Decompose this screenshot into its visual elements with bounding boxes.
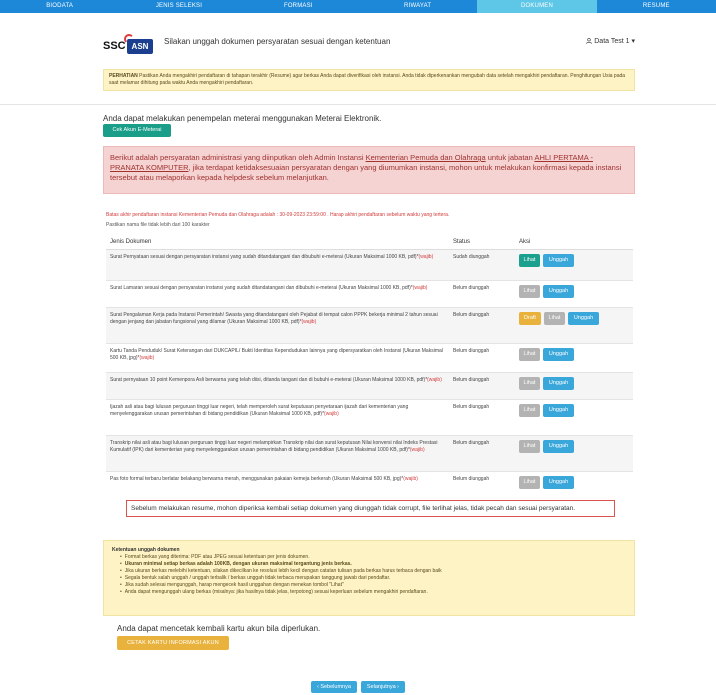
table-row: Ijazah asli atau bagi lulusan perguruan … <box>106 398 633 435</box>
tab-dokumen[interactable]: DOKUMEN <box>477 0 597 13</box>
unggah-button[interactable]: Unggah <box>543 439 574 453</box>
doc-status: Belum diunggah <box>449 342 515 372</box>
notice-label: PERHATIAN <box>109 73 138 79</box>
lihat-button[interactable]: Lihat <box>519 253 540 267</box>
doc-status: Belum diunggah <box>449 371 515 399</box>
doc-name: Kartu Tanda Penduduk/ Surat Keterangan d… <box>106 342 449 372</box>
doc-actions: Lihat Unggah <box>515 470 633 499</box>
info-text-1: Berikut adalah persyaratan administrasi … <box>110 153 366 162</box>
info-text-2: untuk jabatan <box>485 153 535 162</box>
instansi-link: Kementerian Pemuda dan Olahraga <box>365 153 486 162</box>
lihat-button[interactable]: Lihat <box>519 284 540 298</box>
user-icon <box>586 38 592 44</box>
unggah-button[interactable]: Unggah <box>543 284 574 298</box>
notice-box: PERHATIAN Pastikan Anda mengakhiri penda… <box>103 69 635 91</box>
notice-text: Pastikan Anda mengakhiri pendaftaran di … <box>109 73 626 86</box>
upload-rules-box: Ketentuan unggah dokumen Format berkas y… <box>103 540 635 616</box>
lihat-button[interactable]: Lihat <box>519 347 540 361</box>
doc-actions: Lihat Unggah <box>515 398 633 435</box>
doc-actions: Lihat Unggah <box>515 248 633 280</box>
doc-status: Belum diunggah <box>449 470 515 499</box>
doc-actions: Lihat Unggah <box>515 434 633 471</box>
unggah-button[interactable]: Unggah <box>568 311 599 325</box>
table-row: Transkrip nilai asli atau bagi lulusan p… <box>106 434 633 471</box>
doc-actions: Lihat Unggah <box>515 342 633 372</box>
sscasn-logo: SSC ASN <box>103 34 155 60</box>
doc-actions: Lihat Unggah <box>515 279 633 307</box>
table-row: Surat Lamaran sesuai dengan persyaratan … <box>106 279 633 307</box>
unggah-button[interactable]: Unggah <box>543 376 574 390</box>
requirements-info-box: Berikut adalah persyaratan administrasi … <box>103 146 635 194</box>
page-header: SSC ASN Silakan unggah dokumen persyarat… <box>103 32 635 62</box>
cek-emeterai-button[interactable]: Cek Akun E-Meterai <box>103 124 171 137</box>
unggah-button[interactable]: Unggah <box>543 403 574 417</box>
doc-status: Sudah diunggah <box>449 248 515 280</box>
doc-name: Surat Pernyataan sesuai dengan persyarat… <box>106 248 449 280</box>
col-status: Status <box>449 236 515 250</box>
doc-status: Belum diunggah <box>449 306 515 343</box>
list-item: Jika sudah selesai mengunggah, harap men… <box>120 582 626 589</box>
tab-resume[interactable]: RESUME <box>597 0 716 13</box>
user-menu[interactable]: Data Test 1 ▾ <box>586 37 635 45</box>
logo-asn-text: ASN <box>127 39 153 54</box>
page-title: Silakan unggah dokumen persyaratan sesua… <box>164 37 391 46</box>
section-divider <box>0 104 716 105</box>
filename-note: Pastikan nama file tidak lebih dari 100 … <box>106 222 210 228</box>
col-aksi: Aksi <box>515 236 633 250</box>
table-row: Kartu Tanda Penduduk/ Surat Keterangan d… <box>106 342 633 372</box>
resume-warning-box: Sebelum melakukan resume, mohon diperiks… <box>126 500 615 517</box>
doc-status: Belum diunggah <box>449 398 515 435</box>
tab-formasi[interactable]: FORMASI <box>239 0 358 13</box>
doc-status: Belum diunggah <box>449 434 515 471</box>
upload-rules-title: Ketentuan unggah dokumen <box>112 547 180 553</box>
unggah-button[interactable]: Unggah <box>543 475 574 489</box>
tab-jenis-seleksi[interactable]: JENIS SELEKSI <box>119 0 238 13</box>
meterai-info-text: Anda dapat melakukan penempelan meterai … <box>103 114 382 123</box>
list-item: Format berkas yang diterima: PDF atau JP… <box>120 554 626 561</box>
doc-actions: Draft Lihat Unggah <box>515 306 633 343</box>
lihat-button[interactable]: Lihat <box>544 311 565 325</box>
doc-name: Ijazah asli atau bagi lulusan perguruan … <box>106 398 449 435</box>
tab-riwayat[interactable]: RIWAYAT <box>358 0 477 13</box>
pagination: ‹ Sebelumnya Selanjutnya › <box>0 681 716 693</box>
list-item: Anda dapat mengunggah ulang berkas (misa… <box>120 589 626 596</box>
doc-actions: Lihat Unggah <box>515 371 633 399</box>
draft-button[interactable]: Draft <box>519 311 541 325</box>
doc-name: Surat Lamaran sesuai dengan persyaratan … <box>106 279 449 307</box>
doc-name: Transkrip nilai asli atau bagi lulusan p… <box>106 434 449 471</box>
table-row: Pas foto formal terbaru berlatar belakan… <box>106 470 633 499</box>
table-row: Surat Pengalaman Kerja pada Instansi Pem… <box>106 306 633 343</box>
doc-name: Surat Pengalaman Kerja pada Instansi Pem… <box>106 306 449 343</box>
lihat-button[interactable]: Lihat <box>519 403 540 417</box>
lihat-button[interactable]: Lihat <box>519 475 540 489</box>
doc-status: Belum diunggah <box>449 279 515 307</box>
prev-button[interactable]: ‹ Sebelumnya <box>310 681 357 693</box>
table-row: Surat Pernyataan sesuai dengan persyarat… <box>106 248 633 280</box>
user-name: Data Test 1 ▾ <box>594 38 635 45</box>
lihat-button[interactable]: Lihat <box>519 376 540 390</box>
logo-ssc-text: SSC <box>103 40 126 52</box>
next-button[interactable]: Selanjutnya › <box>360 681 406 693</box>
list-item: Jika ukuran berkas melebihi ketentuan, s… <box>120 568 626 575</box>
upload-rules-list: Format berkas yang diterima: PDF atau JP… <box>112 554 626 596</box>
cetak-info-text: Anda dapat mencetak kembali kartu akun b… <box>117 624 321 633</box>
list-item: Segala bentuk salah unggah / unggah terb… <box>120 575 626 582</box>
document-panel: Batas akhir pendaftaran instansi Kemente… <box>103 198 635 525</box>
deadline-text: Batas akhir pendaftaran instansi Kemente… <box>106 212 450 218</box>
unggah-button[interactable]: Unggah <box>543 253 574 267</box>
table-row: Surat pernyataan 10 point Kemenpora Asli… <box>106 371 633 399</box>
tab-biodata[interactable]: BIODATA <box>0 0 119 13</box>
doc-name: Surat pernyataan 10 point Kemenpora Asli… <box>106 371 449 399</box>
top-nav: BIODATA JENIS SELEKSI FORMASI RIWAYAT DO… <box>0 0 716 13</box>
col-jenis-dokumen: Jenis Dokumen <box>106 236 449 250</box>
list-item: Ukuran minimal setiap berkas adalah 100K… <box>120 561 626 568</box>
lihat-button[interactable]: Lihat <box>519 439 540 453</box>
document-table: Jenis Dokumen Status Aksi Surat Pernyata… <box>106 236 633 499</box>
unggah-button[interactable]: Unggah <box>543 347 574 361</box>
cetak-kartu-button[interactable]: CETAK KARTU INFORMASI AKUN <box>117 636 229 650</box>
doc-name: Pas foto formal terbaru berlatar belakan… <box>106 470 449 499</box>
